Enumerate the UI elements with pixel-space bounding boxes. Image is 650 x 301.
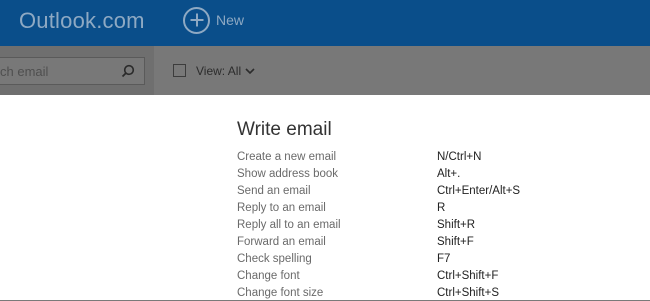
shortcut-action: Create a new email [237, 150, 337, 163]
chevron-down-icon [245, 67, 255, 74]
shortcut-keys: N/Ctrl+N [437, 150, 482, 163]
shortcut-row: Change font Ctrl+Shift+F [237, 267, 567, 284]
view-filter-label: View: All [196, 64, 242, 78]
shortcut-row: Forward an email Shift+F [237, 233, 567, 250]
shortcut-action: Change font size [237, 286, 324, 299]
plus-circle-icon [183, 6, 210, 34]
shortcut-action: Send an email [237, 184, 311, 197]
new-email-button[interactable]: New [183, 6, 244, 34]
select-all-checkbox[interactable] [173, 64, 186, 77]
shortcut-keys: R [437, 201, 446, 214]
shortcut-action: Forward an email [237, 235, 326, 248]
app-logo-text[interactable]: Outlook.com [19, 8, 145, 34]
shortcut-row: Show address book Alt+. [237, 165, 567, 182]
shortcut-row: Change font size Ctrl+Shift+S [237, 284, 567, 301]
search-input[interactable]: ch email [0, 57, 145, 85]
shortcut-action: Show address book [237, 167, 339, 180]
section-title: Write email [237, 119, 332, 140]
shortcut-action: Check spelling [237, 252, 312, 265]
shortcut-keys: Alt+. [437, 167, 461, 180]
search-placeholder: ch email [0, 64, 49, 79]
search-icon[interactable] [121, 64, 135, 78]
shortcut-list: Create a new email N/Ctrl+N Show address… [237, 148, 567, 301]
new-button-label: New [216, 12, 245, 28]
shortcut-keys: F7 [437, 252, 451, 265]
shortcut-keys: Ctrl+Shift+F [437, 269, 499, 282]
shortcut-row: Reply all to an email Shift+R [237, 216, 567, 233]
shortcut-keys: Ctrl+Shift+S [437, 286, 499, 299]
shortcut-row: Create a new email N/Ctrl+N [237, 148, 567, 165]
shortcut-row: Check spelling F7 [237, 250, 567, 267]
shortcut-keys: Shift+F [437, 235, 474, 248]
shortcut-action: Reply all to an email [237, 218, 341, 231]
view-filter-dropdown[interactable]: View: All [196, 64, 255, 78]
shortcut-keys: Ctrl+Enter/Alt+S [437, 184, 521, 197]
shortcut-action: Reply to an email [237, 201, 326, 214]
shortcut-row: Reply to an email R [237, 199, 567, 216]
shortcut-keys: Shift+R [437, 218, 476, 231]
shortcut-row: Send an email Ctrl+Enter/Alt+S [237, 182, 567, 199]
shortcut-action: Change font [237, 269, 300, 282]
